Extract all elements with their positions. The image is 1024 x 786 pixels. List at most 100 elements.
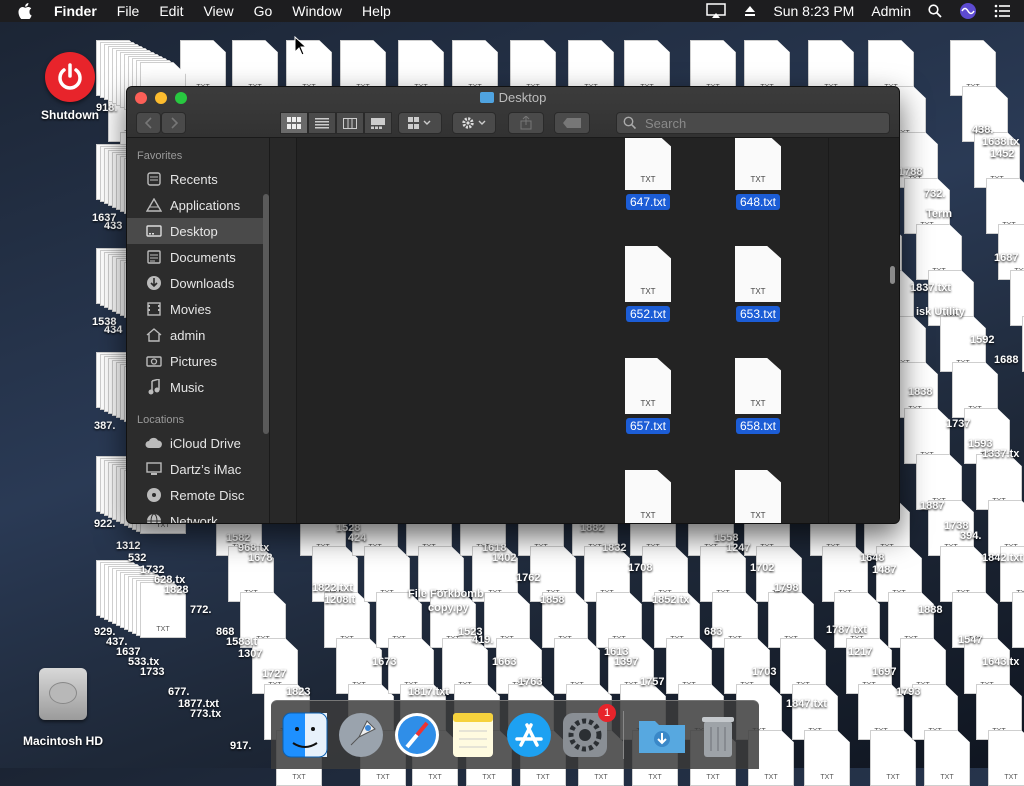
- file-item[interactable]: TXT: [608, 466, 688, 523]
- desktop-file-label[interactable]: 1547: [958, 634, 982, 646]
- icon-view-button[interactable]: [280, 112, 308, 134]
- desktop-file-label[interactable]: 1858: [540, 594, 564, 606]
- desktop-file-label[interactable]: 1787.txt: [826, 624, 867, 636]
- menu-go[interactable]: Go: [254, 3, 273, 19]
- desktop-file-label[interactable]: 1452: [990, 148, 1014, 160]
- column-view-button[interactable]: [336, 112, 364, 134]
- sidebar-item-documents[interactable]: Documents: [127, 244, 269, 270]
- file-item[interactable]: TXT: [718, 466, 798, 523]
- desktop-file-label[interactable]: 1727: [262, 668, 286, 680]
- dock-launchpad[interactable]: [336, 710, 386, 760]
- sidebar-item-applications[interactable]: Applications: [127, 192, 269, 218]
- sidebar-item-pictures[interactable]: Pictures: [127, 348, 269, 374]
- desktop-file-label[interactable]: 394.: [960, 530, 981, 542]
- dock-notes[interactable]: [448, 710, 498, 760]
- list-view-button[interactable]: [308, 112, 336, 134]
- desktop-file-label[interactable]: 1397: [614, 656, 638, 668]
- file-item[interactable]: TXT 648.txt: [718, 138, 798, 211]
- dock-finder[interactable]: [280, 710, 330, 760]
- sidebar-item-icloud-drive[interactable]: iCloud Drive: [127, 430, 269, 456]
- desktop-file-label[interactable]: 1838: [908, 386, 932, 398]
- desktop-file-label[interactable]: 773.tx: [190, 708, 221, 720]
- desktop-file-label[interactable]: Term: [926, 208, 952, 220]
- sidebar-item-network[interactable]: Network: [127, 508, 269, 523]
- back-button[interactable]: [136, 112, 161, 134]
- desktop-file-label[interactable]: 1832: [602, 542, 626, 554]
- desktop-file-label[interactable]: 1852.tx: [652, 594, 689, 606]
- dock-safari[interactable]: [392, 710, 442, 760]
- desktop-file-label[interactable]: 1307: [238, 648, 262, 660]
- sidebar-item-desktop[interactable]: Desktop: [127, 218, 269, 244]
- file-item[interactable]: TXT 652.txt: [608, 242, 688, 323]
- shutdown-desktop-item[interactable]: Shutdown: [38, 52, 102, 122]
- sidebar-item-remote-disc[interactable]: Remote Disc: [127, 482, 269, 508]
- desktop-file-label[interactable]: copy.py: [428, 602, 469, 614]
- desktop-file-label[interactable]: 1737: [946, 418, 970, 430]
- apple-icon[interactable]: [18, 3, 38, 19]
- search-field[interactable]: [616, 112, 890, 134]
- sidebar-scrollbar[interactable]: [263, 194, 269, 434]
- desktop-file-label[interactable]: 1687: [994, 252, 1018, 264]
- gallery-view-button[interactable]: [364, 112, 392, 134]
- file-item[interactable]: TXT 647.txt: [608, 138, 688, 211]
- group-by-button[interactable]: [398, 112, 442, 134]
- dock-downloads-stack[interactable]: [637, 710, 687, 760]
- desktop-file-label[interactable]: 1637: [92, 212, 116, 224]
- eject-icon[interactable]: [744, 5, 756, 17]
- desktop-file-label[interactable]: 1702: [750, 562, 774, 574]
- desktop-file-label[interactable]: 1337.tx: [982, 448, 1019, 460]
- menu-help[interactable]: Help: [362, 3, 391, 19]
- desktop-file-label[interactable]: 1312: [116, 540, 140, 552]
- desktop-file-label[interactable]: 1538: [92, 316, 116, 328]
- menu-edit[interactable]: Edit: [159, 3, 183, 19]
- desktop-text-file-icon[interactable]: TXT: [1012, 592, 1024, 648]
- menubar-clock[interactable]: Sun 8:23 PM: [773, 3, 854, 19]
- desktop-file-label[interactable]: 419.: [472, 634, 493, 646]
- dock-system-preferences[interactable]: 1: [560, 704, 616, 760]
- desktop-file-label[interactable]: 772.: [190, 604, 211, 616]
- dock-app-store[interactable]: [504, 710, 554, 760]
- desktop-file-label[interactable]: 1402: [492, 552, 516, 564]
- desktop-file-label[interactable]: 917.: [230, 740, 251, 752]
- search-input[interactable]: [643, 114, 877, 132]
- desktop-file-label[interactable]: 922.: [94, 518, 115, 530]
- desktop-file-label[interactable]: 1703: [752, 666, 776, 678]
- desktop-file-label[interactable]: 1708: [628, 562, 652, 574]
- desktop-file-label[interactable]: 677.: [168, 686, 189, 698]
- desktop-file-label[interactable]: 1793: [896, 686, 920, 698]
- spotlight-search-icon[interactable]: [928, 4, 942, 18]
- desktop-file-label[interactable]: 1842.txt: [982, 552, 1023, 564]
- dock-trash[interactable]: [693, 710, 743, 760]
- desktop-file-label[interactable]: 1487: [872, 564, 896, 576]
- desktop-file-label[interactable]: isk Utility: [916, 306, 965, 318]
- macintosh-hd-desktop-item[interactable]: Macintosh HD: [18, 668, 108, 748]
- desktop-file-label[interactable]: 1757: [640, 676, 664, 688]
- desktop-file-label[interactable]: 1247: [726, 542, 750, 554]
- desktop-file-label[interactable]: 1837.txt: [910, 282, 951, 294]
- desktop-file-label[interactable]: 1817.txt: [408, 686, 449, 698]
- desktop-file-label[interactable]: 683: [704, 626, 722, 638]
- action-menu-button[interactable]: [452, 112, 496, 134]
- desktop-file-label[interactable]: 1663: [492, 656, 516, 668]
- desktop-text-file-icon[interactable]: TXT: [988, 730, 1024, 786]
- sidebar-item-downloads[interactable]: Downloads: [127, 270, 269, 296]
- desktop-text-file-icon[interactable]: TXT: [1010, 270, 1024, 326]
- desktop-text-file-icon[interactable]: TXT: [804, 730, 850, 786]
- desktop-file-label[interactable]: 1638.tx: [982, 136, 1019, 148]
- desktop-file-label[interactable]: 1733: [140, 666, 164, 678]
- desktop-file-label[interactable]: 438.: [972, 124, 993, 136]
- desktop-file-label[interactable]: File Forkbomb: [408, 588, 484, 600]
- desktop-file-label[interactable]: 1697: [872, 666, 896, 678]
- desktop-file-label[interactable]: 1798: [774, 582, 798, 594]
- sidebar-item-music[interactable]: Music: [127, 374, 269, 400]
- desktop-file-label[interactable]: 1643.tx: [982, 656, 1019, 668]
- desktop-file-label[interactable]: 1583.t: [226, 636, 257, 648]
- sidebar-item-movies[interactable]: Movies: [127, 296, 269, 322]
- desktop-file-label[interactable]: 1208.t: [324, 594, 355, 606]
- menu-view[interactable]: View: [203, 3, 233, 19]
- notification-center-icon[interactable]: [994, 4, 1010, 18]
- share-button[interactable]: [508, 112, 544, 134]
- sidebar-item-imac[interactable]: Dartz’s iMac: [127, 456, 269, 482]
- desktop-file-label[interactable]: 1828: [164, 584, 188, 596]
- siri-icon[interactable]: [959, 2, 977, 20]
